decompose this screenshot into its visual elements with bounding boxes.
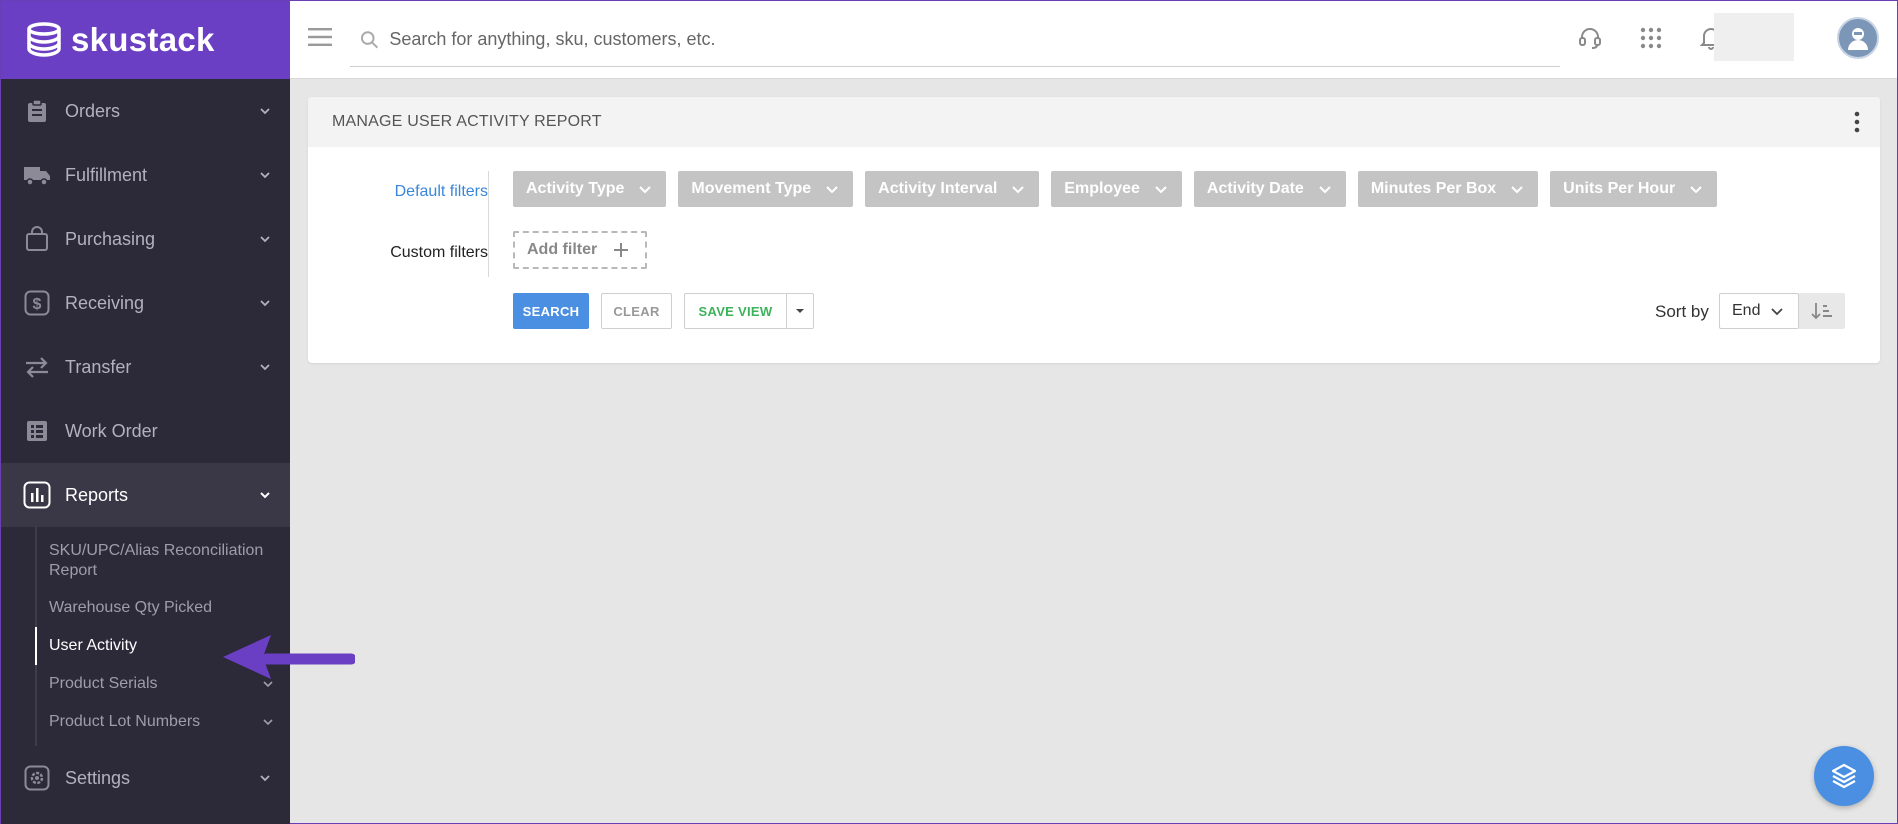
sidebar-item-settings[interactable]: Settings (1, 746, 290, 810)
filter-chip-activity-date[interactable]: Activity Date (1193, 171, 1346, 207)
filter-divider (488, 171, 489, 277)
chevron-down-icon (826, 186, 838, 194)
layers-fab-button[interactable] (1814, 746, 1874, 806)
sidebar-item-label: Work Order (65, 420, 158, 441)
chevron-down-icon (260, 492, 270, 499)
default-filters-tab[interactable]: Default filters (395, 183, 488, 201)
svg-text:$: $ (33, 296, 42, 313)
card-header: MANAGE USER ACTIVITY REPORT (308, 97, 1880, 147)
dollar-icon: $ (23, 289, 51, 317)
chevron-down-icon (1012, 186, 1025, 194)
global-search (350, 13, 1560, 67)
sidebar-item-label: Reports (65, 484, 129, 505)
clipboard-icon (23, 97, 51, 125)
chevron-down-icon (1511, 186, 1523, 194)
user-name-placeholder[interactable] (1714, 13, 1794, 61)
chevron-down-icon (1155, 186, 1167, 194)
apps-grid-icon[interactable] (1636, 23, 1666, 53)
transfer-arrows-icon (23, 353, 51, 381)
user-activity-report-card: MANAGE USER ACTIVITY REPORT Default filt… (308, 97, 1880, 363)
support-headset-icon[interactable] (1575, 23, 1605, 53)
filter-chip-activity-interval[interactable]: Activity Interval (865, 171, 1040, 207)
submenu-item-label: Product Lot Numbers (49, 713, 201, 730)
user-avatar-icon (1848, 28, 1868, 50)
submenu-item-warehouse-qty-picked[interactable]: Warehouse Qty Picked (35, 589, 290, 627)
sidebar-item-purchasing[interactable]: Purchasing (1, 207, 290, 271)
sidebar-item-label: Orders (65, 100, 121, 121)
save-view-button[interactable]: SAVE VIEW (684, 293, 786, 329)
submenu-item-label: Warehouse Qty Picked (49, 599, 213, 616)
sidebar-item-label: Purchasing (65, 228, 156, 249)
submenu-item-label: SKU/UPC/Alias Reconciliation Report (49, 542, 264, 579)
filter-chip-movement-type[interactable]: Movement Type (678, 171, 854, 207)
sidebar-item-label: Receiving (65, 292, 145, 313)
sidebar-item-label: Settings (65, 767, 131, 788)
truck-icon (23, 161, 51, 189)
list-icon (23, 417, 51, 445)
sort-by-value: End (1732, 302, 1761, 319)
filter-chip-employee[interactable]: Employee (1051, 171, 1182, 207)
search-icon (360, 30, 379, 48)
chip-label: Activity Interval (878, 180, 998, 197)
sidebar: skustack Orders Fulfillment Purchasing $… (1, 1, 290, 824)
submenu-item-product-lot-numbers[interactable]: Product Lot Numbers (35, 703, 290, 738)
chevron-down-icon (263, 719, 273, 726)
gear-icon (23, 764, 51, 792)
chevron-down-icon (639, 186, 652, 194)
chip-label: Units Per Hour (1563, 180, 1676, 197)
brand-name: skustack (71, 21, 215, 58)
sort-direction-button[interactable] (1799, 293, 1845, 329)
save-view-dropdown-button[interactable] (786, 293, 814, 329)
chip-label: Minutes Per Box (1370, 180, 1497, 197)
layers-icon (1831, 763, 1857, 789)
more-vertical-icon[interactable] (1854, 111, 1860, 133)
sidebar-item-reports[interactable]: Reports (1, 463, 290, 527)
sidebar-item-orders[interactable]: Orders (1, 79, 290, 143)
chevron-down-icon (260, 300, 270, 307)
page-title: MANAGE USER ACTIVITY REPORT (332, 113, 602, 130)
chevron-down-icon (1771, 308, 1784, 316)
chevron-down-icon (260, 236, 270, 243)
plus-icon (614, 243, 629, 257)
sort-by-select[interactable]: End (1719, 293, 1799, 329)
chart-icon (23, 481, 51, 509)
chip-label: Employee (1064, 180, 1140, 197)
sidebar-item-receiving[interactable]: $ Receiving (1, 271, 290, 335)
stack-logo-icon (27, 22, 61, 57)
filter-chip-minutes-per-box[interactable]: Minutes Per Box (1357, 171, 1539, 207)
search-button[interactable]: SEARCH (513, 293, 589, 329)
brand-header[interactable]: skustack (1, 1, 290, 79)
custom-filters-label: Custom filters (390, 244, 488, 261)
avatar[interactable] (1837, 17, 1879, 59)
caret-down-icon (796, 309, 804, 313)
chip-label: Activity Type (526, 180, 625, 197)
hamburger-menu-icon[interactable] (308, 27, 332, 47)
submenu-item-sku-reconciliation[interactable]: SKU/UPC/Alias Reconciliation Report (35, 535, 290, 589)
chevron-down-icon (260, 364, 270, 371)
filter-chip-units-per-hour[interactable]: Units Per Hour (1550, 171, 1718, 207)
sort-descending-icon (1811, 303, 1832, 320)
sidebar-item-work-order[interactable]: Work Order (1, 399, 290, 463)
chevron-down-icon (260, 172, 270, 179)
add-filter-button[interactable]: Add filter (513, 231, 647, 269)
annotation-arrow-icon (223, 635, 355, 679)
sidebar-item-label: Transfer (65, 356, 132, 377)
sort-by-label: Sort by (1655, 302, 1709, 321)
chevron-down-icon (260, 108, 270, 115)
filter-chip-activity-type[interactable]: Activity Type (513, 171, 667, 207)
default-filter-chips: Activity Type Movement Type Activity Int… (513, 171, 1718, 207)
sidebar-item-fulfillment[interactable]: Fulfillment (1, 143, 290, 207)
chevron-down-icon (1690, 186, 1702, 194)
shopping-bag-icon (23, 225, 51, 253)
search-input[interactable] (389, 29, 1560, 50)
chevron-down-icon (260, 775, 270, 782)
chip-label: Activity Date (1206, 180, 1304, 197)
chevron-down-icon (1319, 186, 1331, 194)
add-filter-label: Add filter (527, 241, 598, 258)
top-bar (290, 1, 1897, 79)
clear-button[interactable]: CLEAR (601, 293, 672, 329)
sidebar-item-label: Fulfillment (65, 164, 148, 185)
chip-label: Movement Type (691, 180, 812, 197)
sidebar-item-transfer[interactable]: Transfer (1, 335, 290, 399)
